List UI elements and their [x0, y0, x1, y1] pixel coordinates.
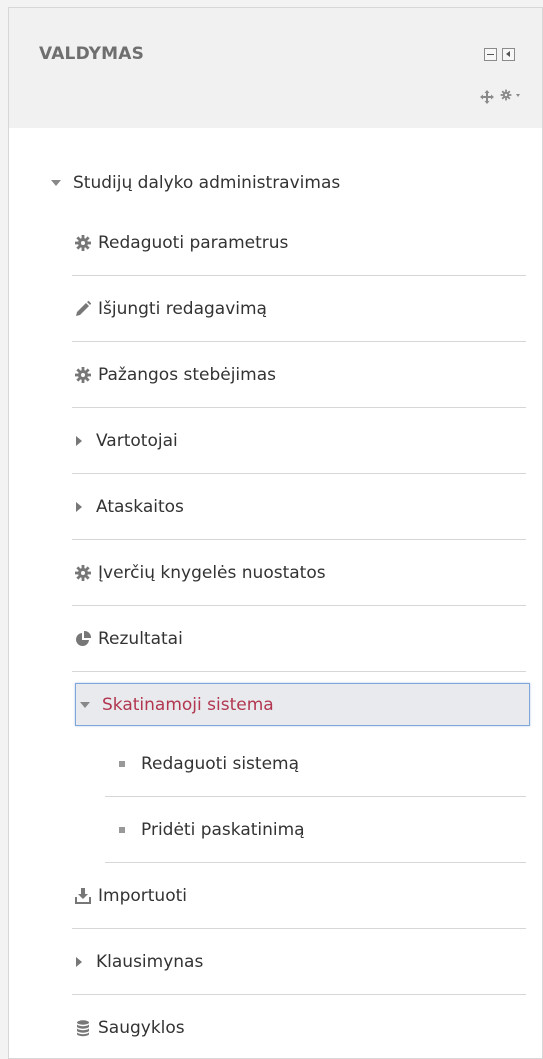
nav-subitem-label: Redaguoti sistemą: [141, 753, 300, 774]
database-icon: [72, 1018, 94, 1038]
bullet-icon: [119, 760, 125, 767]
nav-subitem-edit-system[interactable]: Redaguoti sistemą: [105, 731, 526, 797]
nav-item-completion-tracking[interactable]: Pažangos stebėjimas: [72, 342, 526, 408]
gear-icon: [72, 365, 94, 385]
course-administration-label: Studijų dalyko administravimas: [73, 173, 341, 193]
nav-item-label: Ataskaitos: [96, 496, 184, 517]
collapse-arrow-icon: [51, 180, 61, 186]
expand-arrow-icon: [76, 956, 82, 967]
nav-item-gradebook-setup[interactable]: Įverčių knygelės nuostatos: [72, 540, 526, 606]
collapse-arrow-icon: [80, 701, 90, 708]
nav-item-question-bank[interactable]: Klausimynas: [72, 929, 526, 995]
nav-item-label: Vartotojai: [96, 430, 178, 451]
block-title: VALDYMAS: [39, 44, 145, 64]
dock-arrow-icon[interactable]: [502, 48, 515, 61]
nav-item-reports[interactable]: Ataskaitos: [72, 474, 526, 540]
nav-item-label: Klausimynas: [96, 951, 204, 972]
nav-item-label: Rezultatai: [98, 628, 183, 649]
nav-item-edit-settings[interactable]: Redaguoti parametrus: [72, 210, 526, 276]
gear-icon: [72, 563, 94, 583]
nav-subitem-label: Pridėti paskatinimą: [141, 819, 305, 840]
nav-item-label: Importuoti: [98, 885, 187, 906]
move-arrows-icon[interactable]: [479, 89, 495, 105]
nav-item-users[interactable]: Vartotojai: [72, 408, 526, 474]
nav-item-import[interactable]: Importuoti: [72, 863, 526, 929]
gear-icon: [72, 233, 94, 253]
import-icon: [72, 886, 94, 906]
expand-arrow-icon: [76, 435, 82, 446]
course-administration-node[interactable]: Studijų dalyko administravimas: [51, 168, 340, 198]
nav-item-label: Išjungti redagavimą: [98, 298, 267, 319]
nav-item-badges-system[interactable]: Skatinamoji sistema: [75, 683, 530, 726]
bullet-icon: [119, 826, 125, 833]
nav-subitem-add-badge[interactable]: Pridėti paskatinimą: [105, 797, 526, 863]
minus-square-icon[interactable]: [484, 48, 497, 61]
nav-item-label: Skatinamoji sistema: [102, 694, 274, 715]
nav-item-outcomes[interactable]: Rezultatai: [72, 606, 526, 672]
nav-item-turn-editing-off[interactable]: Išjungti redagavimą: [72, 276, 526, 342]
pencil-icon: [72, 299, 94, 319]
outcomes-pie-icon: [72, 629, 94, 649]
expand-arrow-icon: [76, 501, 82, 512]
gear-menu-icon[interactable]: [499, 88, 525, 104]
nav-item-repositories[interactable]: Saugyklos: [72, 995, 526, 1058]
nav-item-label: Pažangos stebėjimas: [98, 364, 276, 385]
block-header: VALDYMAS: [9, 8, 542, 128]
nav-item-label: Saugyklos: [98, 1018, 185, 1038]
administration-block: VALDYMAS Studijų dalyko administravimas …: [8, 7, 543, 1059]
nav-item-label: Įverčių knygelės nuostatos: [98, 562, 326, 583]
nav-item-label: Redaguoti parametrus: [98, 232, 289, 253]
